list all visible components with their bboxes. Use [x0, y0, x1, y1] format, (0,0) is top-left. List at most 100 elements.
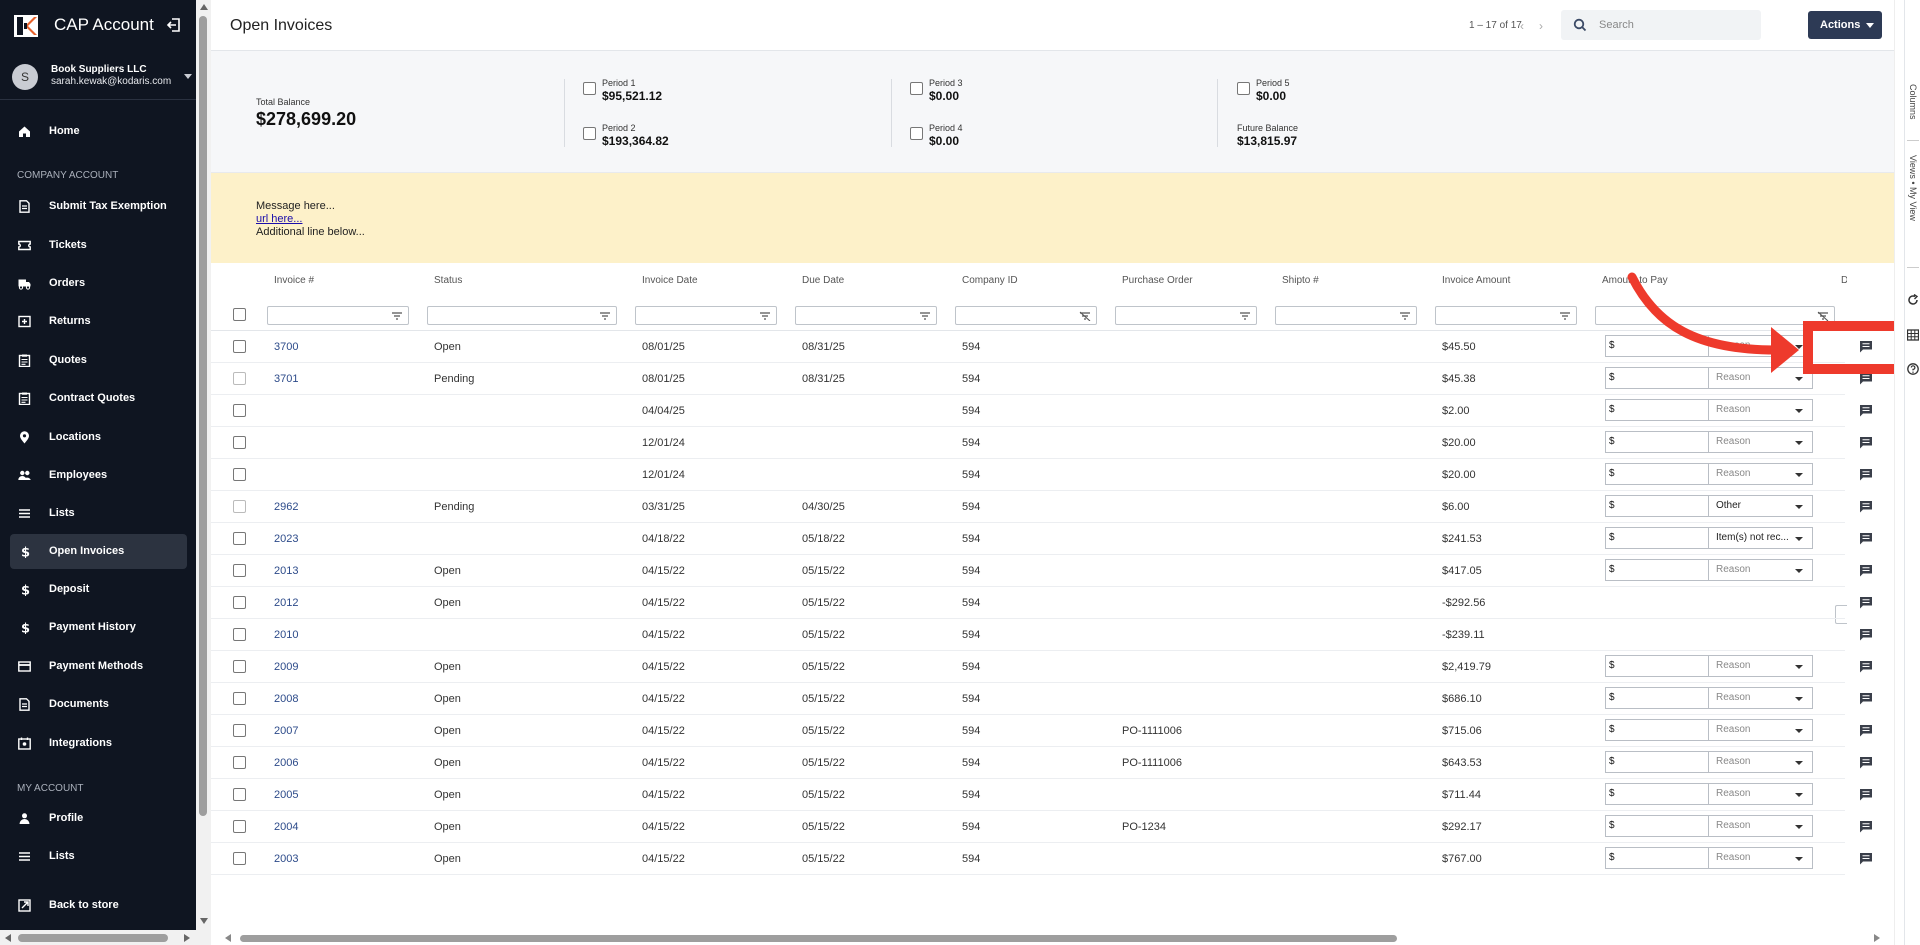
scroll-right-arrow-icon[interactable]: [184, 934, 190, 942]
row-checkbox[interactable]: [233, 852, 246, 865]
comment-icon[interactable]: [1859, 628, 1873, 641]
comment-icon[interactable]: [1859, 564, 1873, 577]
table-row[interactable]: 04/04/25 594 $2.00 $ Reason: [211, 395, 1872, 427]
refresh-icon[interactable]: [1907, 294, 1919, 306]
column-header-status[interactable]: Status: [434, 275, 462, 286]
select-all-checkbox[interactable]: [233, 308, 246, 321]
amount-to-pay-input[interactable]: $: [1605, 847, 1709, 869]
table-row[interactable]: 2007 Open 04/15/22 05/15/22 594 PO-1111006 $71…: [211, 715, 1872, 747]
chevron-down-icon[interactable]: [184, 74, 192, 79]
amount-to-pay-input[interactable]: $: [1605, 335, 1709, 357]
table-row[interactable]: 2012 Open 04/15/22 05/15/22 594 -$292.56: [211, 587, 1872, 619]
sidebar-item-profile[interactable]: Profile: [10, 801, 187, 836]
reason-select[interactable]: Reason: [1709, 335, 1813, 357]
page-vertical-scrollbar[interactable]: [1894, 0, 1904, 945]
filter-icon[interactable]: [1239, 311, 1251, 321]
cell-invoice[interactable]: 2004: [274, 821, 298, 833]
column-header-shipto[interactable]: Shipto #: [1282, 275, 1319, 286]
cell-invoice[interactable]: 2006: [274, 757, 298, 769]
filter-status[interactable]: [427, 306, 617, 325]
scroll-down-arrow-icon[interactable]: [200, 918, 208, 924]
amount-to-pay-input[interactable]: $: [1605, 559, 1709, 581]
cell-invoice[interactable]: 2009: [274, 661, 298, 673]
amount-to-pay-input[interactable]: $: [1605, 815, 1709, 837]
sidebar-item-tickets[interactable]: Tickets: [10, 228, 187, 263]
comment-icon[interactable]: [1859, 596, 1873, 609]
sidebar-item-lists[interactable]: Lists: [10, 839, 187, 874]
filter-clear-icon[interactable]: [1817, 311, 1829, 321]
help-icon[interactable]: [1907, 363, 1919, 375]
filter-icon[interactable]: [391, 311, 403, 321]
comment-icon[interactable]: [1859, 404, 1873, 417]
column-header-due-date[interactable]: Due Date: [802, 275, 844, 286]
sidebar-item-contract-quotes[interactable]: Contract Quotes: [10, 381, 187, 416]
amount-to-pay-input[interactable]: $: [1605, 719, 1709, 741]
filter-purchase-order[interactable]: [1115, 306, 1257, 325]
table-row[interactable]: 12/01/24 594 $20.00 $ Reason: [211, 459, 1872, 491]
filter-invoice[interactable]: [267, 306, 409, 325]
cell-invoice[interactable]: 2023: [274, 533, 298, 545]
table-horizontal-scrollbar[interactable]: [211, 930, 1894, 945]
sidebar-item-payment-history[interactable]: $ Payment History: [10, 610, 187, 645]
table-row[interactable]: 2003 Open 04/15/22 05/15/22 594 $767.00 $ Reaso…: [211, 843, 1872, 875]
table-row[interactable]: 2962 Pending 03/31/25 04/30/25 594 $6.00 $ Othe…: [211, 491, 1872, 523]
reason-select[interactable]: Reason: [1709, 655, 1813, 677]
sidebar-item-open-invoices[interactable]: $ Open Invoices: [10, 534, 187, 569]
views-panel-toggle[interactable]: Views • My View: [1908, 155, 1918, 221]
scroll-left-arrow-icon[interactable]: [225, 934, 231, 942]
table-row[interactable]: 2023 04/18/22 05/18/22 594 $241.53 $ Item(s) n…: [211, 523, 1872, 555]
chevron-left-icon[interactable]: ‹: [1520, 20, 1532, 32]
cell-invoice[interactable]: 3701: [274, 373, 298, 385]
period-1-checkbox[interactable]: [583, 82, 596, 95]
reason-select[interactable]: Item(s) not rec...: [1709, 527, 1813, 549]
sidebar-item-deposit[interactable]: $ Deposit: [10, 572, 187, 607]
row-checkbox[interactable]: [233, 756, 246, 769]
table-row[interactable]: 3701 Pending 08/01/25 08/31/25 594 $45.38 $ Rea…: [211, 363, 1872, 395]
row-checkbox[interactable]: [233, 340, 246, 353]
sidebar-item-integrations[interactable]: Integrations: [10, 726, 187, 761]
column-header-company-id[interactable]: Company ID: [962, 275, 1018, 286]
period-3-checkbox[interactable]: [910, 82, 923, 95]
comment-icon[interactable]: [1859, 500, 1873, 513]
sidebar-horizontal-scrollbar[interactable]: [0, 930, 196, 945]
row-checkbox[interactable]: [233, 724, 246, 737]
filter-icon[interactable]: [1559, 311, 1571, 321]
scrollbar-thumb[interactable]: [240, 935, 1397, 942]
comment-icon[interactable]: [1859, 692, 1873, 705]
row-checkbox[interactable]: [233, 468, 246, 481]
filter-invoice-amount[interactable]: [1435, 306, 1577, 325]
reason-select[interactable]: Reason: [1709, 463, 1813, 485]
chevron-right-icon[interactable]: ›: [1539, 20, 1551, 32]
comment-icon[interactable]: [1859, 788, 1873, 801]
sidebar-item-payment-methods[interactable]: Payment Methods: [10, 649, 187, 684]
reason-select[interactable]: Reason: [1709, 751, 1813, 773]
reason-select[interactable]: Reason: [1709, 431, 1813, 453]
comment-icon[interactable]: [1859, 820, 1873, 833]
comment-icon[interactable]: [1859, 468, 1873, 481]
cell-invoice[interactable]: 2008: [274, 693, 298, 705]
row-checkbox[interactable]: [233, 788, 246, 801]
search-input[interactable]: [1599, 16, 1749, 34]
row-checkbox[interactable]: [233, 372, 246, 385]
amount-to-pay-input[interactable]: $: [1605, 687, 1709, 709]
amount-to-pay-input[interactable]: $: [1605, 399, 1709, 421]
cell-invoice[interactable]: 2962: [274, 501, 298, 513]
reason-select[interactable]: Reason: [1709, 399, 1813, 421]
collapse-sidebar-icon[interactable]: [166, 17, 182, 33]
sidebar-item-locations[interactable]: Locations: [10, 420, 187, 455]
reason-select[interactable]: Other: [1709, 495, 1813, 517]
sidebar-item-quotes[interactable]: Quotes: [10, 343, 187, 378]
table-row[interactable]: 3700 Open 08/01/25 08/31/25 594 $45.50 $ Reason: [211, 331, 1872, 363]
filter-amount-to-pay[interactable]: [1595, 306, 1835, 325]
reason-select[interactable]: Reason: [1709, 559, 1813, 581]
filter-icon[interactable]: [1399, 311, 1411, 321]
scrollbar-thumb[interactable]: [199, 16, 207, 816]
table-row[interactable]: 2004 Open 04/15/22 05/15/22 594 PO-1234 $292.1…: [211, 811, 1872, 843]
filter-invoice-date[interactable]: [635, 306, 777, 325]
sidebar-item-documents[interactable]: Documents: [10, 687, 187, 722]
column-header-d[interactable]: D: [1841, 275, 1847, 287]
comment-icon[interactable]: [1859, 756, 1873, 769]
reason-select[interactable]: Reason: [1709, 847, 1813, 869]
amount-to-pay-input[interactable]: $: [1605, 367, 1709, 389]
sidebar-item-returns[interactable]: Returns: [10, 304, 187, 339]
